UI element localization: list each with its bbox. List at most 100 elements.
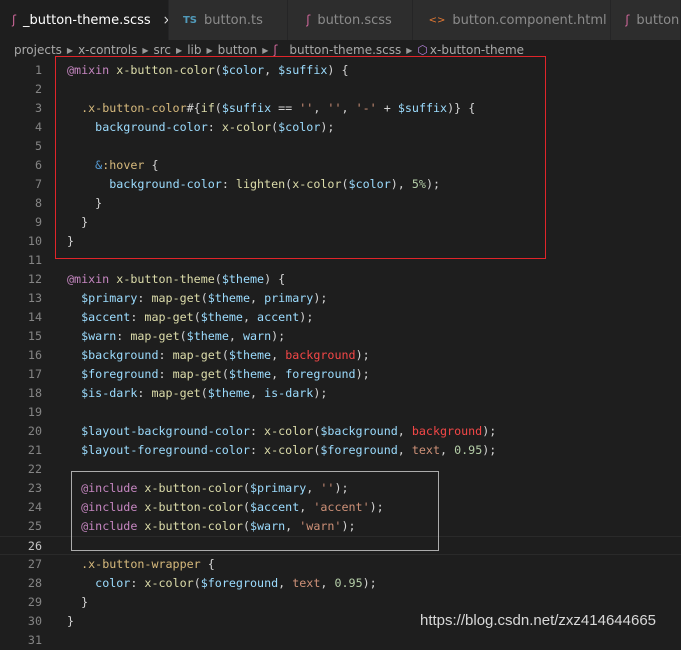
line-code: }	[67, 612, 74, 631]
code-token: :hover	[102, 158, 145, 172]
code-line[interactable]: 29 }	[0, 593, 681, 612]
code-line[interactable]: 2	[0, 80, 681, 99]
line-code: $primary: map-get($theme, primary);	[67, 289, 327, 308]
code-token: $is-dark	[81, 386, 138, 400]
breadcrumb-item[interactable]: button	[218, 43, 258, 57]
code-line[interactable]: 11	[0, 251, 681, 270]
code-token: {	[144, 158, 159, 172]
line-number: 12	[27, 272, 42, 286]
code-line[interactable]: 26	[0, 536, 681, 555]
code-token: background-color	[109, 177, 222, 191]
code-line[interactable]: 19	[0, 403, 681, 422]
code-line[interactable]: 27 .x-button-wrapper {	[0, 555, 681, 574]
breadcrumb-item[interactable]: projects	[14, 43, 62, 57]
code-token: .x-button-wrapper	[81, 557, 201, 571]
line-code: @mixin x-button-theme($theme) {	[67, 270, 285, 289]
sass-icon: ʃ	[273, 43, 278, 57]
line-code: background-color: x-color($color);	[67, 118, 334, 137]
code-token: ,	[250, 291, 265, 305]
code-line[interactable]: 12 @mixin x-button-theme($theme) {	[0, 270, 681, 289]
line-number: 24	[27, 500, 42, 514]
line-number: 28	[27, 576, 42, 590]
tab-button-ts[interactable]: TS button.ts	[168, 0, 289, 40]
code-line[interactable]: 7 background-color: lighten(x-color($col…	[0, 175, 681, 194]
code-line[interactable]: 16 $background: map-get($theme, backgrou…	[0, 346, 681, 365]
code-token: ,	[341, 101, 356, 115]
line-code: &:hover {	[67, 156, 159, 175]
sass-icon: ʃ	[306, 13, 311, 27]
code-line[interactable]: 5	[0, 137, 681, 156]
code-token: (	[193, 576, 201, 590]
code-token: :	[249, 424, 265, 438]
code-token: $foreground	[200, 576, 279, 590]
breadcrumb-item[interactable]: lib	[187, 43, 201, 57]
code-line[interactable]: 18 $is-dark: map-get($theme, is-dark);	[0, 384, 681, 403]
typescript-icon: TS	[182, 14, 197, 26]
code-token: background-color	[95, 120, 208, 134]
line-number: 5	[34, 139, 42, 153]
tab-button-component-html[interactable]: <> button.component.html	[412, 0, 612, 40]
breadcrumb-item[interactable]: _button-theme.scss	[283, 43, 401, 57]
code-line[interactable]: 15 $warn: map-get($theme, warn);	[0, 327, 681, 346]
code-line[interactable]: 24 @include x-button-color($accent, 'acc…	[0, 498, 681, 517]
code-token: x-color	[144, 576, 194, 590]
watermark: https://blog.csdn.net/zxz414644665	[420, 612, 657, 629]
code-token: (	[193, 310, 201, 324]
code-line[interactable]: 10}	[0, 232, 681, 251]
code-token: foreground	[285, 367, 356, 381]
code-line[interactable]: 1 @mixin x-button-color($color, $suffix) …	[0, 61, 681, 80]
line-number: 17	[27, 367, 42, 381]
code-line[interactable]: 3 .x-button-color#{if($suffix == '', '',…	[0, 99, 681, 118]
code-line[interactable]: 23 @include x-button-color($primary, '')…	[0, 479, 681, 498]
line-code: }	[67, 593, 88, 612]
line-number: 4	[34, 120, 42, 134]
code-token: ) {	[264, 272, 286, 286]
breadcrumb-item[interactable]: x-button-theme	[430, 43, 524, 57]
code-token: (	[221, 367, 229, 381]
code-line[interactable]: 31	[0, 631, 681, 650]
breadcrumb-item[interactable]: x-controls	[78, 43, 137, 57]
code-token: (	[214, 63, 222, 77]
tab-button-partial[interactable]: ʃ button	[611, 0, 681, 40]
code-line[interactable]: 8 }	[0, 194, 681, 213]
tab-button-theme-scss[interactable]: ʃ _button-theme.scss ×	[0, 0, 169, 40]
code-line[interactable]: 9 }	[0, 213, 681, 232]
code-line[interactable]: 25 @include x-button-color($warn, 'warn'…	[0, 517, 681, 536]
code-line[interactable]: 17 $foreground: map-get($theme, foregrou…	[0, 365, 681, 384]
code-editor[interactable]: 1 @mixin x-button-color($color, $suffix) …	[0, 61, 681, 650]
code-token: (	[242, 500, 250, 514]
line-number: 7	[34, 177, 42, 191]
code-line[interactable]: 13 $primary: map-get($theme, primary);	[0, 289, 681, 308]
code-line[interactable]: 28 color: x-color($foreground, text, 0.9…	[0, 574, 681, 593]
breadcrumb: projects ▶ x-controls ▶ src ▶ lib ▶ button ▶ …	[14, 40, 524, 60]
code-token: x-color	[264, 424, 314, 438]
code-token: is-dark	[264, 386, 314, 400]
code-token: (	[214, 272, 222, 286]
code-token: );	[425, 177, 441, 191]
code-token: $foreground	[320, 443, 398, 457]
code-token: ,	[264, 63, 279, 77]
line-number: 31	[27, 633, 42, 647]
code-line[interactable]: 6 &:hover {	[0, 156, 681, 175]
code-token: ),	[390, 177, 412, 191]
code-line[interactable]: 4 background-color: x-color($color);	[0, 118, 681, 137]
code-line[interactable]: 21 $layout-foreground-color: x-color($fo…	[0, 441, 681, 460]
chevron-right-icon: ▶	[66, 45, 74, 55]
code-token: ,	[320, 576, 335, 590]
code-token: :	[130, 576, 145, 590]
code-token: if	[200, 101, 215, 115]
tab-button-scss[interactable]: ʃ button.scss	[288, 0, 413, 40]
line-number: 3	[34, 101, 42, 115]
line-number: 9	[34, 215, 42, 229]
code-line[interactable]: 14 $accent: map-get($theme, accent);	[0, 308, 681, 327]
code-line[interactable]: 20 $layout-background-color: x-color($ba…	[0, 422, 681, 441]
code-line[interactable]: 22	[0, 460, 681, 479]
breadcrumb-item[interactable]: src	[154, 43, 172, 57]
code-token: warn	[242, 329, 272, 343]
code-token: $warn	[81, 329, 117, 343]
line-code: .x-button-wrapper {	[67, 555, 215, 574]
